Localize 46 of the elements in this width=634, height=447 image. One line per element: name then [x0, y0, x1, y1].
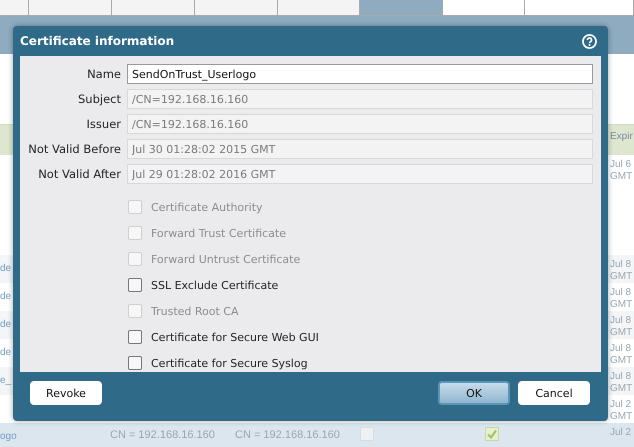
help-icon[interactable] [582, 34, 597, 48]
checkbox-label: Certificate for Secure Syslog [151, 356, 308, 370]
table-cell-text: GMT [610, 411, 634, 423]
field-label: Subject [77, 92, 121, 106]
checkbox-label: Forward Trust Certificate [151, 226, 286, 240]
header-cell [0, 0, 29, 16]
table-cell: de [0, 291, 12, 302]
checkbox-label: Certificate Authority [151, 200, 263, 214]
table-cell-text: GMT [610, 171, 634, 183]
table-cell: CN = 192.168.16.160 [110, 429, 215, 441]
table-cell: de [0, 319, 12, 330]
table-cell: e_ [0, 375, 12, 386]
default-button[interactable]: OK [438, 381, 510, 405]
checkbox-label: Trusted Root CA [151, 304, 239, 318]
table-cell-text: GMT [610, 355, 634, 367]
field-label: Issuer [86, 117, 121, 131]
table-cell: de [0, 347, 12, 358]
checkbox[interactable] [128, 330, 142, 344]
table-cell-text: Jul 8 [610, 259, 632, 271]
checkbox-label: Certificate for Secure Web GUI [151, 330, 319, 344]
input-field[interactable]: SendOnTrust_Userlogo [127, 64, 593, 84]
checkbox[interactable] [128, 356, 142, 370]
table-cell-text: Jul 2 [610, 399, 632, 411]
field-label: Not Valid After [37, 167, 121, 181]
table-cell-text: Jul 6 [610, 159, 632, 171]
table-cell-text: Jul 8 [610, 343, 632, 355]
dialog-title: Certificate information [20, 34, 174, 48]
table-cell-text: Jul 8 [610, 371, 632, 383]
table-cell-text: GMT [610, 299, 634, 311]
table-cell-text: GMT [610, 271, 634, 283]
table-cell: CN = 192.168.16.160 [235, 429, 340, 441]
field-label: Not Valid Before [27, 142, 121, 156]
table-cell-text: Jul 8 [610, 315, 632, 327]
column-header: Expir [609, 130, 634, 144]
checkbox-label: Forward Untrust Certificate [151, 252, 300, 266]
checkbox-label: SSL Exclude Certificate [151, 278, 278, 292]
table-cell: ogo [0, 431, 17, 442]
table-cell-text: Jul 2 [610, 427, 632, 439]
dialog-button[interactable]: Revoke [30, 381, 102, 405]
field-label: Name [86, 67, 121, 81]
table-cell-text: Jul 8 [610, 287, 632, 299]
table-cell: de [0, 263, 12, 274]
table-cell-text: GMT [610, 327, 634, 339]
checkbox[interactable] [128, 278, 142, 292]
table-cell-text: GMT [610, 383, 634, 395]
dialog-button[interactable]: Cancel [518, 381, 590, 405]
